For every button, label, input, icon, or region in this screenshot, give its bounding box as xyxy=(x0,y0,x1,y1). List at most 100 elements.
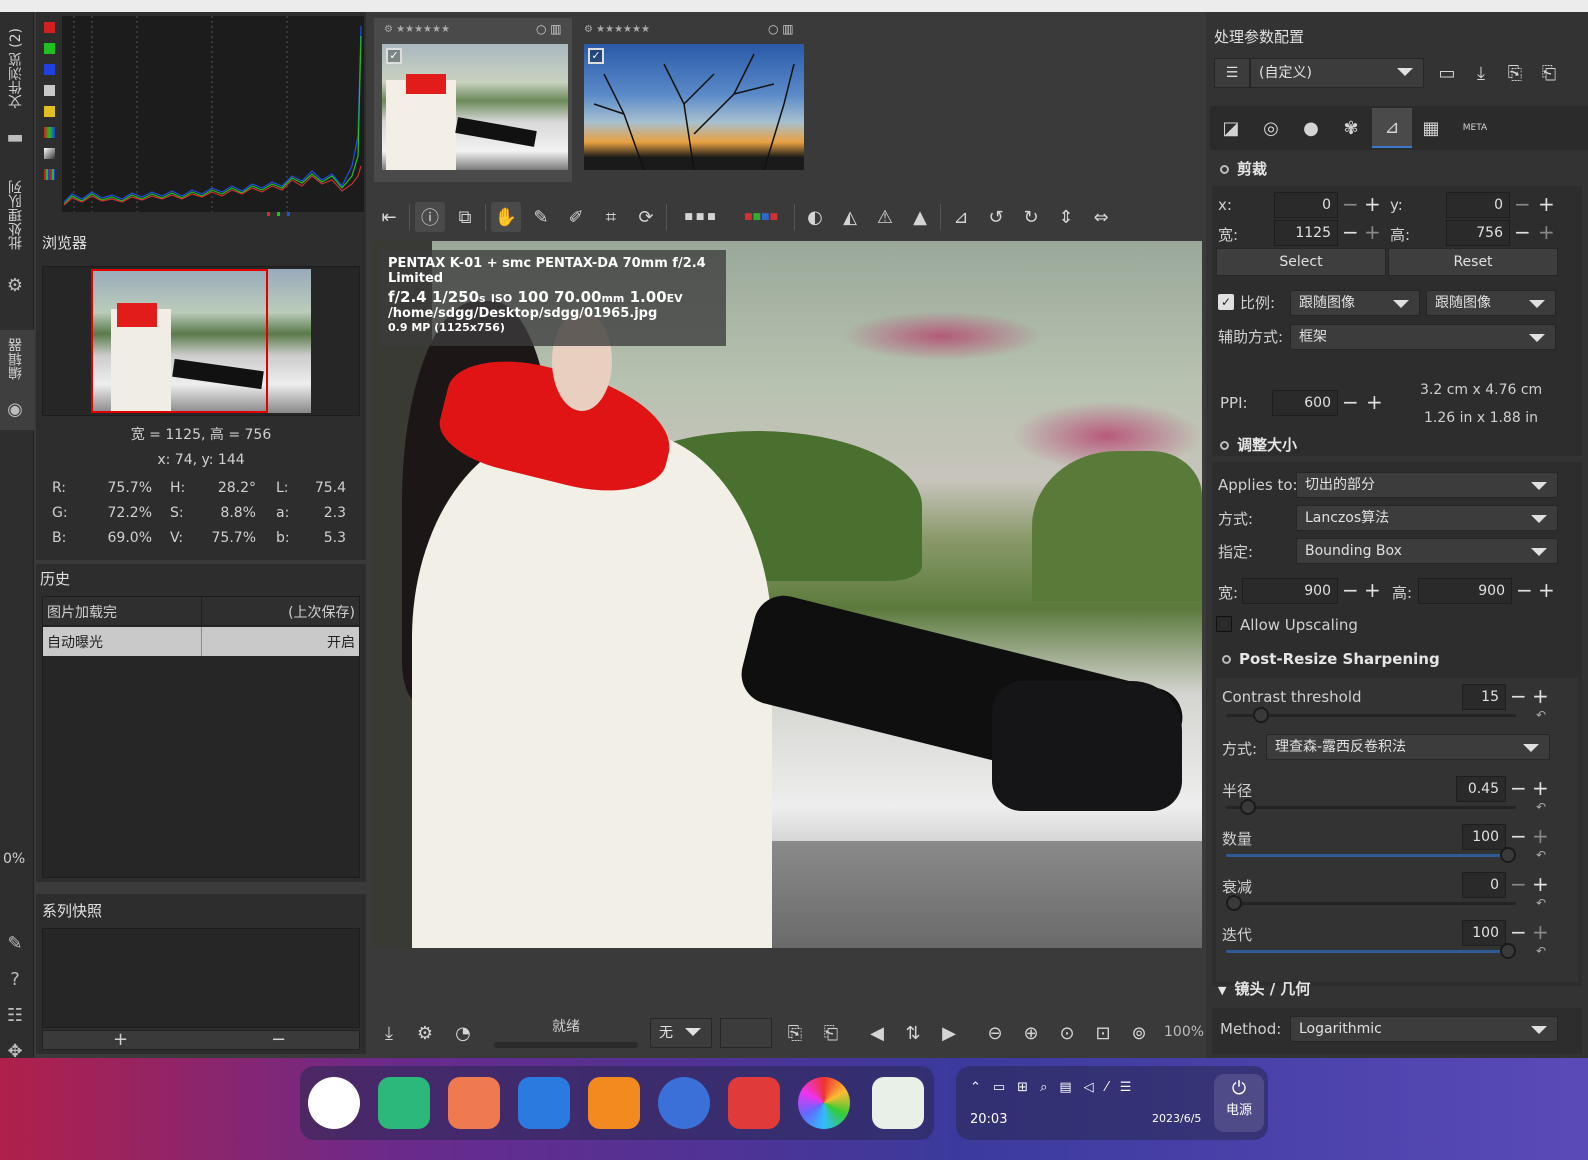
amount-increment[interactable]: + xyxy=(1532,826,1549,846)
damping-increment[interactable]: + xyxy=(1532,874,1549,894)
flip-vertical-icon[interactable]: ⇕ xyxy=(1051,202,1081,232)
tab-color-icon[interactable]: ● xyxy=(1296,113,1326,143)
folder-icon[interactable]: ▬ xyxy=(4,126,26,148)
resize-applies-combo[interactable]: 切出的部分 xyxy=(1296,472,1558,498)
export-icon[interactable]: ✎ xyxy=(4,932,26,954)
iterations-slider[interactable] xyxy=(1226,943,1516,959)
radius-decrement[interactable]: − xyxy=(1510,778,1527,798)
resize-width-decrement[interactable]: − xyxy=(1342,580,1359,600)
tab-transform-icon[interactable]: ⊿ xyxy=(1372,108,1412,148)
shop-icon[interactable] xyxy=(588,1077,640,1129)
contrast-threshold-input[interactable]: 15 xyxy=(1462,684,1506,710)
amount-decrement[interactable]: − xyxy=(1510,826,1527,846)
iterations-input[interactable]: 100 xyxy=(1462,920,1506,946)
rating-stars[interactable]: ⚙ ★★★★★★ xyxy=(584,24,650,35)
reset-icon[interactable]: ↶ xyxy=(1536,708,1546,722)
copy-profile-icon[interactable]: ⎘ xyxy=(1500,58,1530,88)
resize-height-increment[interactable]: + xyxy=(1538,580,1555,600)
damping-slider[interactable] xyxy=(1226,895,1516,911)
guide-combo[interactable]: 框架 xyxy=(1290,324,1556,350)
amount-input[interactable]: 100 xyxy=(1462,824,1506,850)
thumb-checkbox[interactable]: ✓ xyxy=(588,48,604,64)
slider-knob[interactable] xyxy=(1226,895,1242,911)
white-balance-picker-icon[interactable]: ✎ xyxy=(526,202,556,232)
navigator-view-rect[interactable] xyxy=(91,269,268,413)
settings-icon[interactable] xyxy=(658,1077,710,1129)
tab-editor-active[interactable]: 编辑器 ◉ xyxy=(0,330,34,430)
tab-file-browser[interactable]: 文件浏览 (2) xyxy=(6,28,26,108)
thumb-checkbox[interactable]: ✓ xyxy=(386,48,402,64)
filmstrip-thumb[interactable]: ⚙ ★★★★★★ ○ ▥ ✓ xyxy=(578,18,806,182)
crop-x-input[interactable]: 0 xyxy=(1274,192,1338,218)
perspective-icon[interactable]: ⊿ xyxy=(946,202,976,232)
color-picker-icon[interactable]: ✐ xyxy=(561,202,591,232)
ppi-increment[interactable]: + xyxy=(1366,392,1383,412)
app-store-icon[interactable] xyxy=(448,1077,500,1129)
reset-icon[interactable]: ↶ xyxy=(1536,944,1546,958)
amount-slider[interactable] xyxy=(1226,847,1516,863)
contrast-decrement[interactable]: − xyxy=(1510,686,1527,706)
gears-icon[interactable]: ⚙ xyxy=(4,274,26,296)
zoom-fit-icon[interactable]: ⊙ xyxy=(1052,1018,1082,1048)
ppi-input[interactable]: 600 xyxy=(1272,390,1338,416)
next-image-icon[interactable]: ▶ xyxy=(934,1018,964,1048)
crop-width-input[interactable]: 1125 xyxy=(1274,220,1338,246)
music-icon[interactable] xyxy=(728,1077,780,1129)
allow-upscaling-checkbox[interactable] xyxy=(1216,616,1232,632)
history-item-selected[interactable]: 自动曝光 开启 xyxy=(43,627,359,656)
crop-width-increment[interactable]: + xyxy=(1364,222,1381,242)
sharpening-method-combo[interactable]: 理查森-露西反卷积法 xyxy=(1266,734,1550,760)
paste-profile-icon[interactable]: ⎗ xyxy=(816,1018,846,1048)
color-wheel-icon[interactable] xyxy=(798,1077,850,1129)
damping-decrement[interactable]: − xyxy=(1510,874,1527,894)
crop-height-increment[interactable]: + xyxy=(1538,222,1555,242)
file-manager-icon[interactable] xyxy=(378,1077,430,1129)
sync-icon[interactable]: ⇅ xyxy=(898,1018,928,1048)
resize-height-decrement[interactable]: − xyxy=(1516,580,1533,600)
raw-toggle[interactable] xyxy=(44,127,55,138)
launcher-icon[interactable] xyxy=(308,1077,360,1129)
shadow-clip-warning-icon[interactable]: ⚠ xyxy=(870,202,900,232)
preview-channel-icon[interactable]: ■ ■ ■ ■ xyxy=(733,202,789,232)
orientation-combo[interactable]: 跟随图像 xyxy=(1426,290,1556,316)
damping-input[interactable]: 0 xyxy=(1462,872,1506,898)
contrast-increment[interactable]: + xyxy=(1532,686,1549,706)
trash-icon[interactable]: ○ ▥ xyxy=(768,22,794,36)
iterations-decrement[interactable]: − xyxy=(1510,922,1527,942)
bar-toggle[interactable] xyxy=(44,148,55,159)
slider-knob[interactable] xyxy=(1500,943,1516,959)
save-icon[interactable]: ⤓ xyxy=(374,1018,404,1048)
paste-profile-icon[interactable]: ⎗ xyxy=(1534,58,1564,88)
preferences-icon[interactable]: ☷ xyxy=(4,1004,26,1026)
tab-batch-queue[interactable]: 批处理队列 xyxy=(6,180,26,250)
filmstrip-thumb-selected[interactable]: ⚙ ★★★★★★ ○ ▥ ✓ xyxy=(374,18,572,182)
crop-x-increment[interactable]: + xyxy=(1364,194,1381,214)
radius-increment[interactable]: + xyxy=(1532,778,1549,798)
crop-y-input[interactable]: 0 xyxy=(1446,192,1510,218)
contrast-threshold-slider[interactable] xyxy=(1226,707,1516,723)
zoom-in-icon[interactable]: ⊕ xyxy=(1016,1018,1046,1048)
resize-spec-combo[interactable]: Bounding Box xyxy=(1296,538,1558,564)
crop-section-header[interactable]: 剪裁 xyxy=(1220,158,1267,179)
sharpening-section-header[interactable]: Post-Resize Sharpening xyxy=(1222,650,1440,668)
history-item[interactable]: 图片加载完 (上次保存) xyxy=(43,597,359,626)
flip-horizontal-icon[interactable]: ⇔ xyxy=(1086,202,1116,232)
crop-reset-button[interactable]: Reset xyxy=(1388,248,1558,276)
crop-icon[interactable]: ⌗ xyxy=(596,202,626,232)
crop-y-decrement[interactable]: − xyxy=(1514,194,1531,214)
slider-knob[interactable] xyxy=(1239,799,1256,815)
zoom-fit-crop-icon[interactable]: ⊡ xyxy=(1088,1018,1118,1048)
highlight-clip-warning-icon[interactable]: ▲ xyxy=(905,202,935,232)
trash-icon[interactable]: ○ ▥ xyxy=(536,22,562,36)
crop-height-decrement[interactable]: − xyxy=(1514,222,1531,242)
straighten-icon[interactable]: ⟳ xyxy=(631,202,661,232)
luminance-toggle[interactable] xyxy=(44,85,55,96)
tab-detail-icon[interactable]: ◎ xyxy=(1256,113,1286,143)
hide-left-panel-icon[interactable]: ⇤ xyxy=(374,202,404,232)
crop-height-input[interactable]: 756 xyxy=(1446,220,1510,246)
iterations-increment[interactable]: + xyxy=(1532,922,1549,942)
rotate-right-icon[interactable]: ↻ xyxy=(1016,202,1046,232)
power-button[interactable]: ⏻ 电源 xyxy=(1214,1074,1264,1132)
background-color-icon[interactable]: ■ ■ ■ xyxy=(672,202,728,232)
crop-x-decrement[interactable]: − xyxy=(1342,194,1359,214)
